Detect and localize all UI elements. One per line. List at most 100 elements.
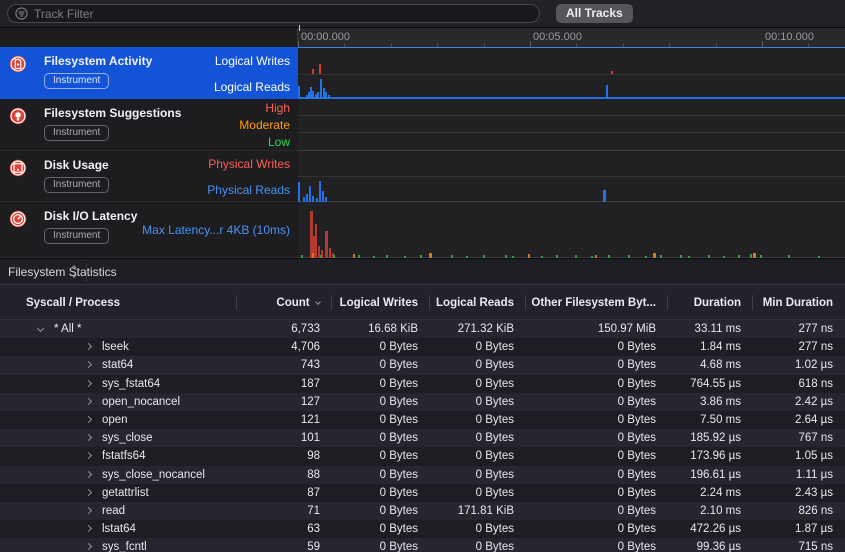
- table-row-getattrlist[interactable]: getattrlist870 Bytes0 Bytes0 Bytes2.24 m…: [0, 484, 845, 502]
- table-row-read[interactable]: read710 Bytes171.81 KiB0 Bytes2.10 ms826…: [0, 502, 845, 520]
- track-header-disk-i-o-latency[interactable]: Disk I/O LatencyInstrumentMax Latency...…: [0, 202, 298, 258]
- column-header-syscall-process[interactable]: Syscall / Process: [0, 285, 237, 320]
- chart-track-2[interactable]: [298, 99, 845, 151]
- chart-bar: [325, 231, 328, 258]
- track-list: Filesystem ActivityInstrumentLogical Wri…: [0, 47, 298, 258]
- chart-track-4[interactable]: [298, 202, 845, 258]
- chart-track-1[interactable]: [298, 47, 845, 99]
- track-header-disk-usage[interactable]: Disk UsageInstrumentPhysical WritesPhysi…: [0, 151, 298, 202]
- lane-label: Physical Reads: [207, 183, 290, 197]
- value-cell: 0 Bytes: [526, 447, 668, 465]
- chart-lane: [298, 116, 845, 133]
- timeline-ruler[interactable]: 00:00.00000:05.00000:10.000: [298, 28, 845, 47]
- value-cell: 0 Bytes: [332, 502, 430, 520]
- disclosure-chevron[interactable]: [85, 434, 92, 441]
- column-header-logical-writes[interactable]: Logical Writes: [332, 285, 430, 320]
- table-row-fstatfs64[interactable]: fstatfs64980 Bytes0 Bytes0 Bytes173.96 µ…: [0, 447, 845, 465]
- value-cell: 2.10 ms: [668, 502, 753, 520]
- chart-lane: [298, 133, 845, 151]
- statistics-popup-button[interactable]: Filesystem Statistics: [8, 265, 117, 279]
- value-cell: 1.87 µs: [753, 520, 845, 538]
- all-tracks-button[interactable]: All Tracks: [556, 4, 633, 23]
- value-cell: 618 ns: [753, 375, 845, 393]
- syscall-cell: getattrlist: [0, 484, 237, 502]
- popup-updown-icon: [72, 266, 76, 277]
- disclosure-chevron[interactable]: [85, 507, 92, 514]
- disclosure-chevron[interactable]: [37, 325, 44, 332]
- instrument-badge: Instrument: [44, 125, 109, 141]
- table-row-lstat64[interactable]: lstat64630 Bytes0 Bytes0 Bytes472.26 µs1…: [0, 520, 845, 538]
- column-header-label: Logical Reads: [436, 297, 514, 309]
- value-cell: 0 Bytes: [430, 520, 526, 538]
- table-row-sys-close[interactable]: sys_close1010 Bytes0 Bytes0 Bytes185.92 …: [0, 429, 845, 447]
- chart-lane: [298, 48, 845, 75]
- lane-label: Logical Writes: [215, 54, 290, 68]
- titlebar-divider: [86, 263, 87, 282]
- value-cell: 2.42 µs: [753, 393, 845, 411]
- chart-bar: [322, 191, 324, 202]
- disclosure-chevron[interactable]: [85, 489, 92, 496]
- syscall-name: sys_close: [102, 432, 153, 444]
- column-header-label: Syscall / Process: [26, 297, 120, 309]
- value-cell: 0 Bytes: [430, 447, 526, 465]
- disclosure-chevron[interactable]: [85, 343, 92, 350]
- table-row-stat64[interactable]: stat647430 Bytes0 Bytes0 Bytes4.68 ms1.0…: [0, 356, 845, 374]
- column-header-min-duration[interactable]: Min Duration: [753, 285, 845, 320]
- value-cell: 0 Bytes: [332, 375, 430, 393]
- chart-bar: [309, 186, 311, 202]
- syscall-cell: lseek: [0, 338, 237, 356]
- column-header-count[interactable]: Count: [237, 285, 332, 320]
- value-cell: 767 ns: [753, 429, 845, 447]
- value-cell: 0 Bytes: [526, 520, 668, 538]
- track-filter-input[interactable]: Track Filter: [7, 4, 540, 23]
- track-title: Disk I/O Latency: [44, 209, 137, 223]
- syscall-cell: sys_close_nocancel: [0, 466, 237, 484]
- table-row-lseek[interactable]: lseek4,7060 Bytes0 Bytes0 Bytes1.84 ms27…: [0, 338, 845, 356]
- value-cell: 196.61 µs: [668, 466, 753, 484]
- disclosure-chevron[interactable]: [85, 470, 92, 477]
- disclosure-chevron[interactable]: [85, 398, 92, 405]
- column-header-duration[interactable]: Duration: [668, 285, 753, 320]
- value-cell: 1.02 µs: [753, 356, 845, 374]
- value-cell: 59: [237, 538, 332, 552]
- value-cell: 0 Bytes: [526, 484, 668, 502]
- syscall-cell: sys_fcntl: [0, 538, 237, 552]
- track-header-filesystem-activity[interactable]: Filesystem ActivityInstrumentLogical Wri…: [0, 47, 298, 99]
- value-cell: 3.86 ms: [668, 393, 753, 411]
- table-row-sys-fstat64[interactable]: sys_fstat641870 Bytes0 Bytes0 Bytes764.5…: [0, 375, 845, 393]
- disclosure-chevron[interactable]: [85, 361, 92, 368]
- table-row-sys-fcntl[interactable]: sys_fcntl590 Bytes0 Bytes0 Bytes99.36 µs…: [0, 538, 845, 552]
- track-header-filesystem-suggestions[interactable]: Filesystem SuggestionsInstrumentHighMode…: [0, 99, 298, 151]
- value-cell: 0 Bytes: [332, 520, 430, 538]
- ruler-time-label: 00:00.000: [301, 31, 350, 43]
- value-cell: 0 Bytes: [430, 375, 526, 393]
- table-row-open-nocancel[interactable]: open_nocancel1270 Bytes0 Bytes0 Bytes3.8…: [0, 393, 845, 411]
- table-row-open[interactable]: open1210 Bytes0 Bytes0 Bytes7.50 ms2.64 …: [0, 411, 845, 429]
- column-header-logical-reads[interactable]: Logical Reads: [430, 285, 526, 320]
- column-header-label: Other Filesystem Byt...: [531, 297, 656, 309]
- chart-track-3[interactable]: [298, 151, 845, 202]
- value-cell: 0 Bytes: [332, 356, 430, 374]
- ruler-corner: [0, 28, 298, 47]
- chart-bar: [319, 64, 321, 74]
- syscall-name: lstat64: [102, 523, 136, 535]
- syscall-name: sys_fcntl: [102, 541, 147, 552]
- disclosure-chevron[interactable]: [85, 543, 92, 550]
- value-cell: 743: [237, 356, 332, 374]
- chart-lane: [298, 202, 845, 258]
- value-cell: 173.96 µs: [668, 447, 753, 465]
- table-row-all[interactable]: * All *6,73316.68 KiB271.32 KiB150.97 Mi…: [0, 320, 845, 338]
- instruments-window: Track Filter All Tracks 00:00.00000:05.0…: [0, 0, 845, 552]
- value-cell: 4,706: [237, 338, 332, 356]
- chart-bar: [611, 71, 613, 74]
- disclosure-chevron[interactable]: [85, 452, 92, 459]
- column-header-other-filesystem-byt-[interactable]: Other Filesystem Byt...: [526, 285, 668, 320]
- table-row-sys-close-nocancel[interactable]: sys_close_nocancel880 Bytes0 Bytes0 Byte…: [0, 466, 845, 484]
- disclosure-chevron[interactable]: [85, 416, 92, 423]
- value-cell: 7.50 ms: [668, 411, 753, 429]
- value-cell: 0 Bytes: [332, 466, 430, 484]
- playhead-top-tick[interactable]: [299, 25, 300, 31]
- disclosure-chevron[interactable]: [85, 525, 92, 532]
- disclosure-chevron[interactable]: [85, 380, 92, 387]
- syscall-cell: sys_close: [0, 429, 237, 447]
